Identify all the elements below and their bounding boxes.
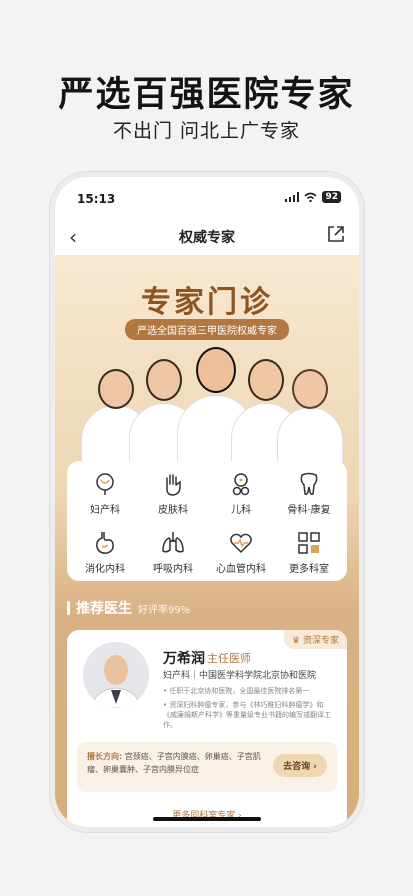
recommend-header: 推荐医生 好评率99% xyxy=(67,598,190,618)
dept-label: 呼吸内科 xyxy=(153,564,193,575)
expert-banner: 专家门诊 严选全国百强三甲医院权威专家 妇产科 皮肤科 儿科 骨科·康复 消化内… xyxy=(55,255,359,827)
uterus-icon xyxy=(96,473,114,495)
page-title: 权威专家 xyxy=(179,230,235,246)
dept-label: 骨科·康复 xyxy=(287,505,331,516)
avatar xyxy=(83,642,149,708)
dept-gastroenterology[interactable]: 消化内科 xyxy=(71,526,139,575)
status-bar: 15:13 92 xyxy=(55,177,359,219)
status-time: 15:13 xyxy=(77,192,116,206)
dept-dermatology[interactable]: 皮肤科 xyxy=(139,467,207,516)
stomach-icon xyxy=(96,532,114,554)
skills: 擅长方向: 宫颈癌、子宫内膜癌、卵巢癌、子宫肌瘤、卵巢囊肿、子宫内膜异位症 xyxy=(87,752,261,774)
home-indicator xyxy=(153,817,261,821)
hand-icon xyxy=(166,474,181,496)
banner-title: 专家门诊 xyxy=(141,285,273,320)
senior-badge: ♛ 资深专家 xyxy=(284,630,347,649)
dept-label: 消化内科 xyxy=(85,564,125,575)
dept-more[interactable]: 更多科室 xyxy=(275,526,343,575)
doctor-intro-1: • 任职于北京协和医院，全国最佳医院排名第一 xyxy=(163,687,310,695)
banner-pill: 严选全国百强三甲医院权威专家 xyxy=(125,319,289,340)
heart-icon xyxy=(230,533,252,554)
grid-icon xyxy=(298,532,320,554)
dept-cardiology[interactable]: 心血管内科 xyxy=(207,526,275,575)
dept-label: 更多科室 xyxy=(289,564,329,575)
dept-pediatrics[interactable]: 儿科 xyxy=(207,467,275,516)
dept-label: 皮肤科 xyxy=(158,505,188,516)
phone-frame: 15:13 92 ‹ 权威专家 专家门诊 严选全国百强三甲医院权威专家 妇产科 … xyxy=(50,172,364,832)
battery-indicator: 92 xyxy=(322,191,341,203)
dept-label: 儿科 xyxy=(231,505,251,516)
doctor-title: 主任医师 xyxy=(207,652,251,665)
section-bar xyxy=(67,601,70,615)
consult-button[interactable]: 去咨询 › xyxy=(273,754,327,777)
tooth-bone-icon xyxy=(300,472,318,495)
doctor-intro-2: • 资深妇科肿瘤专家，参与《林巧稚妇科肿瘤学》和《威廉姆斯产科学》等重量级专业书… xyxy=(163,701,331,729)
doctor-name: 万希润 xyxy=(163,651,205,667)
dept-respiratory[interactable]: 呼吸内科 xyxy=(139,526,207,575)
doctors-group-photo xyxy=(81,347,343,465)
share-icon[interactable] xyxy=(327,225,345,243)
doctor-department: 妇产科｜中国医学科学院北京协和医院 xyxy=(163,671,317,681)
dept-gynecology[interactable]: 妇产科 xyxy=(71,467,139,516)
recommend-rate: 好评率99% xyxy=(138,604,191,616)
baby-icon xyxy=(232,473,250,496)
navbar: ‹ 权威专家 xyxy=(55,219,359,255)
wifi-icon xyxy=(304,192,318,202)
skill-label: 擅长方向: xyxy=(87,752,123,761)
recommend-title: 推荐医生 xyxy=(76,601,132,617)
dept-label: 心血管内科 xyxy=(216,564,266,575)
doctor-card[interactable]: ♛ 资深专家 万希润 主任医师 妇产科｜中国医学科学院北京协和医院 • 任职于北… xyxy=(67,630,347,827)
dept-label: 妇产科 xyxy=(90,505,120,516)
signal-icon xyxy=(285,192,300,202)
status-icons: 92 xyxy=(285,191,341,203)
skill-box: 擅长方向: 宫颈癌、子宫内膜癌、卵巢癌、子宫肌瘤、卵巢囊肿、子宫内膜异位症 去咨… xyxy=(77,742,337,792)
dept-orthopedics[interactable]: 骨科·康复 xyxy=(275,467,343,516)
hero-title: 严选百强医院专家 xyxy=(58,75,355,115)
lungs-icon xyxy=(162,532,184,553)
hero-subtitle: 不出门 问北上广专家 xyxy=(112,120,301,142)
department-card: 妇产科 皮肤科 儿科 骨科·康复 消化内科 呼吸内科 心血管内科 更多科室 xyxy=(67,461,347,581)
